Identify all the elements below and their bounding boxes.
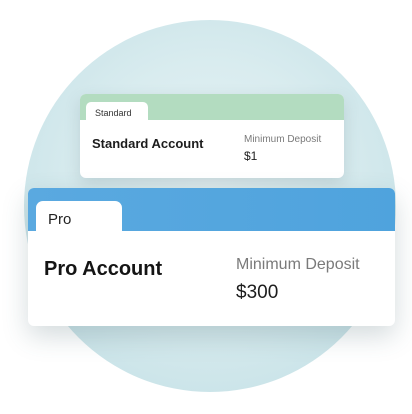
account-tiers-illustration: Standard Standard Account Minimum Deposi…: [0, 0, 412, 414]
standard-min-deposit-label: Minimum Deposit: [244, 134, 322, 145]
standard-card-tab: Standard: [86, 102, 148, 124]
pro-tab-label: Pro: [48, 211, 72, 228]
pro-min-deposit-value: $300: [236, 282, 279, 303]
pro-min-deposit-label: Minimum Deposit: [236, 256, 360, 273]
standard-tab-label: Standard: [95, 108, 132, 118]
standard-min-deposit-value: $1: [244, 149, 258, 163]
standard-account-card[interactable]: Standard Standard Account Minimum Deposi…: [80, 94, 344, 178]
pro-account-card[interactable]: Pro Pro Account Minimum Deposit $300: [28, 188, 395, 326]
pro-account-title: Pro Account: [44, 258, 163, 280]
standard-account-title: Standard Account: [92, 136, 204, 151]
pro-card-tab: Pro: [36, 201, 122, 235]
